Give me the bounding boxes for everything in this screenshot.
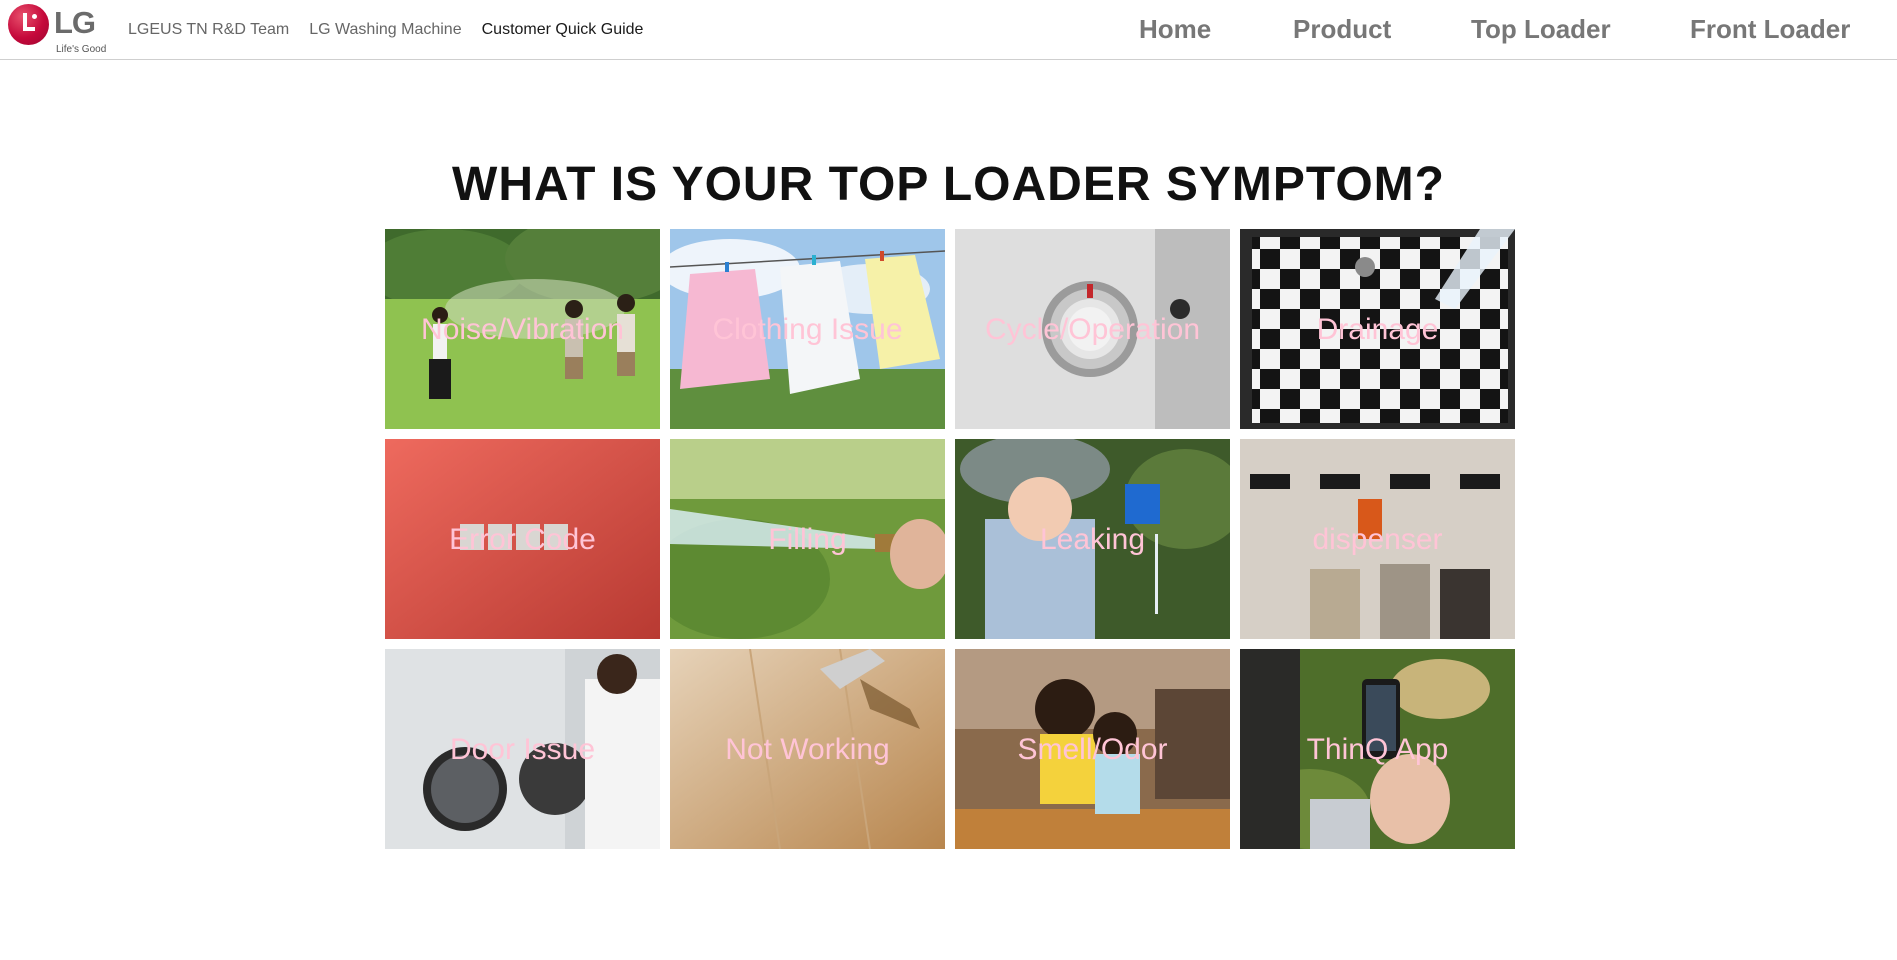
nav-home[interactable]: Home: [1139, 12, 1211, 46]
lg-logo[interactable]: LG Life's Good: [8, 4, 112, 55]
tile-dispenser[interactable]: dispenser: [1240, 439, 1515, 639]
nav-product[interactable]: Product: [1293, 12, 1391, 46]
tile-label: Cycle/Operation: [984, 313, 1201, 346]
logo-wordmark: LG: [54, 5, 96, 40]
tile-label: Smell/Odor: [1017, 733, 1168, 766]
tile-leaking[interactable]: Leaking: [955, 439, 1230, 639]
tile-label: Not Working: [725, 733, 890, 766]
nav-top-loader[interactable]: Top Loader: [1471, 12, 1611, 46]
tile-noise-vibration[interactable]: Noise/Vibration: [385, 229, 660, 429]
tile-label: Error Code: [449, 523, 596, 556]
tile-filling[interactable]: Filling: [670, 439, 945, 639]
tile-clothing-issue[interactable]: Clothing Issue: [670, 229, 945, 429]
tile-label: ThinQ App: [1306, 733, 1449, 766]
tile-not-working[interactable]: Not Working: [670, 649, 945, 849]
tile-label: dispenser: [1312, 523, 1443, 556]
page-title: WHAT IS YOUR TOP LOADER SYMPTOM?: [452, 158, 1445, 212]
tile-label: Noise/Vibration: [421, 313, 624, 346]
tile-thinq-app[interactable]: ThinQ App: [1240, 649, 1515, 849]
tile-label: Door Issue: [449, 733, 596, 766]
logo-tagline: Life's Good: [56, 44, 107, 55]
tile-door-issue[interactable]: Door Issue: [385, 649, 660, 849]
breadcrumb: LGEUS TN R&D Team LG Washing Machine Cus…: [128, 19, 643, 41]
tile-label: Filling: [768, 523, 847, 556]
tile-error-code[interactable]: Error Code: [385, 439, 660, 639]
breadcrumb-quick-guide[interactable]: Customer Quick Guide: [482, 19, 644, 41]
breadcrumb-washing-machine[interactable]: LG Washing Machine: [309, 19, 461, 41]
symptom-grid: Noise/Vibration Clothing Issue Cycle/Ope…: [385, 229, 1515, 849]
tile-drainage[interactable]: Drainage: [1240, 229, 1515, 429]
lg-logo-icon: [8, 4, 49, 45]
tile-label: Drainage: [1316, 313, 1439, 346]
site-header: LG Life's Good LGEUS TN R&D Team LG Wash…: [0, 0, 1897, 60]
tile-label: Leaking: [1039, 523, 1146, 556]
tile-cycle-operation[interactable]: Cycle/Operation: [955, 229, 1230, 429]
breadcrumb-team[interactable]: LGEUS TN R&D Team: [128, 19, 289, 41]
nav-front-loader[interactable]: Front Loader: [1690, 12, 1850, 46]
tile-label: Clothing Issue: [712, 313, 903, 346]
tile-smell-odor[interactable]: Smell/Odor: [955, 649, 1230, 849]
